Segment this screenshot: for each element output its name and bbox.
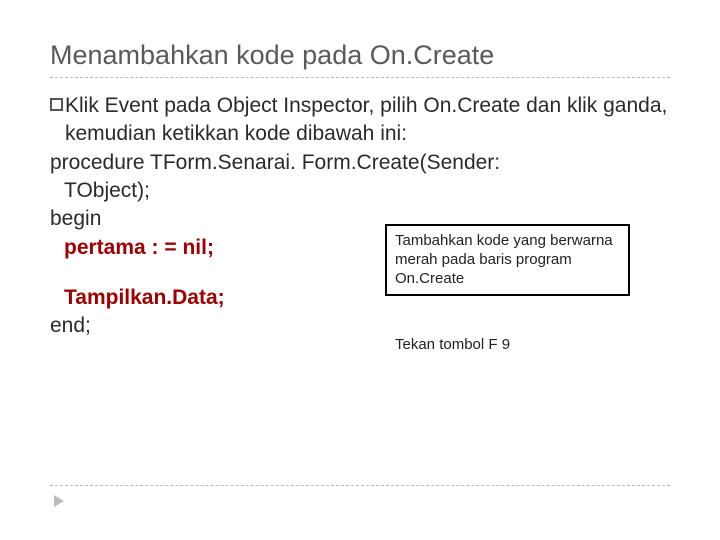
f9-note: Tekan tombol F 9 [395,336,510,353]
code-end: end; [50,312,670,340]
intro-rest: Event pada Object Inspector, pilih On.Cr… [65,94,667,145]
play-icon [54,495,64,507]
callout-box: Tambahkan kode yang berwarna merah pada … [385,224,630,296]
slide-title: Menambahkan kode pada On.Create [50,40,670,71]
code-proc-line2: TObject); [64,177,670,205]
slide-body: Klik Event pada Object Inspector, pilih … [50,92,670,341]
intro-paragraph: Klik Event pada Object Inspector, pilih … [65,92,670,149]
title-divider [50,77,670,78]
intro-prefix: Klik [65,94,99,117]
square-bullet-icon [50,98,63,111]
code-proc-line1: procedure TForm.Senarai. Form.Create(Sen… [50,149,670,177]
footer-divider [50,485,670,486]
